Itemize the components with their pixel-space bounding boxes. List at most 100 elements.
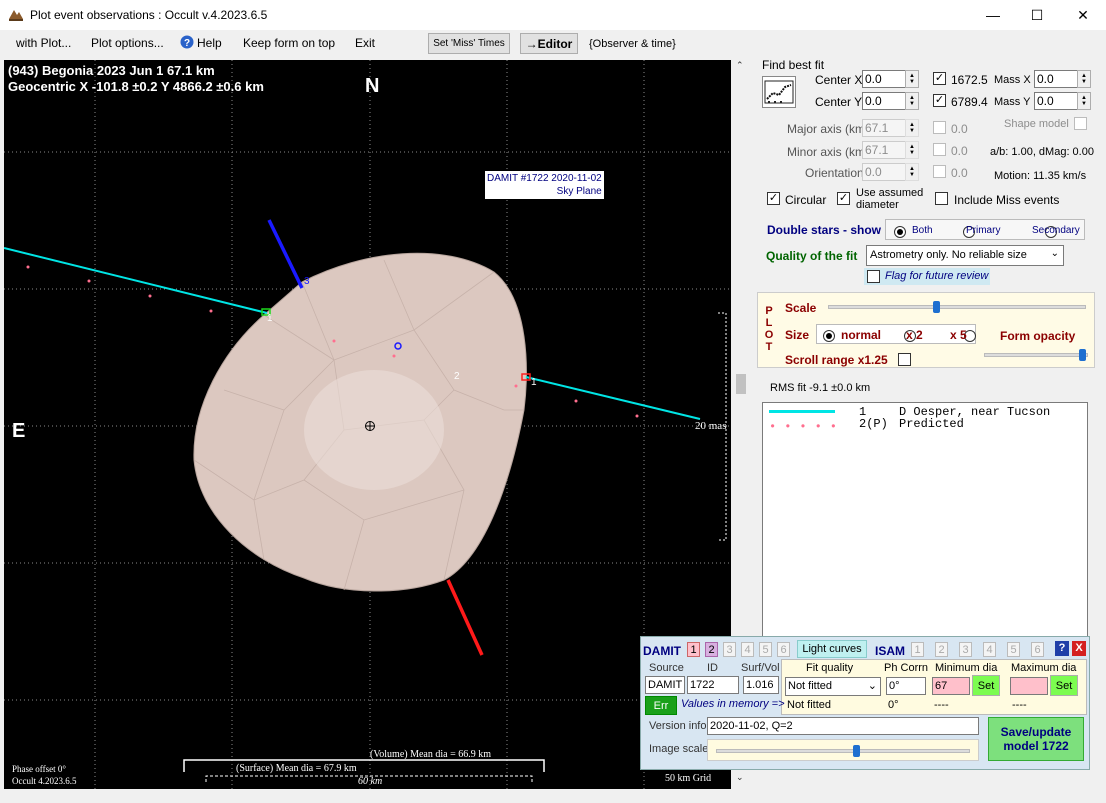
size-normal-radio[interactable]: [823, 329, 835, 342]
size-x2-label: x 2: [906, 328, 923, 342]
minimize-icon: —: [986, 7, 1000, 23]
major-axis-chk-value: 0.0: [951, 122, 968, 136]
close-button[interactable]: ✕: [1060, 0, 1106, 30]
fit-quality-label: Fit quality: [806, 662, 854, 674]
image-scale-slider[interactable]: [707, 739, 979, 761]
major-axis-checkbox[interactable]: [933, 121, 946, 134]
chart-fit-icon: [764, 80, 794, 104]
damit-tab-6[interactable]: 6: [777, 642, 790, 657]
surf-vol-label: Surf/Vol: [741, 662, 780, 674]
scale-slider[interactable]: [828, 305, 1086, 309]
damit-tab-3[interactable]: 3: [723, 642, 736, 657]
isam-tab-1[interactable]: 1: [911, 642, 924, 657]
image-scale-thumb[interactable]: [852, 745, 860, 757]
menu-exit[interactable]: Exit: [355, 36, 375, 50]
plot-canvas[interactable]: (943) Begonia 2023 Jun 1 67.1 km Geocent…: [4, 60, 731, 789]
find-best-fit-button[interactable]: [762, 76, 796, 108]
mass-y-spinner[interactable]: ▲ ▼: [1077, 92, 1091, 110]
light-curves-button[interactable]: Light curves: [797, 640, 867, 658]
err-button[interactable]: Err: [645, 696, 677, 715]
minor-axis-input[interactable]: 67.1: [862, 141, 906, 159]
damit-help-button[interactable]: ?: [1055, 641, 1069, 656]
editor-button[interactable]: →Editor: [520, 33, 578, 54]
observer-time-label[interactable]: {Observer & time}: [589, 38, 676, 50]
motion-label: Motion: 11.35 km/s: [994, 170, 1087, 182]
save-update-model-button[interactable]: Save/update model 1722: [988, 717, 1084, 761]
version-info-field[interactable]: 2020-11-02, Q=2: [707, 717, 979, 735]
center-y-input[interactable]: 0.0: [862, 92, 906, 110]
chord1-num-right: 1: [531, 377, 537, 388]
damit-close-button[interactable]: X: [1072, 641, 1086, 656]
damit-tab-4[interactable]: 4: [741, 642, 754, 657]
menu-plot-options[interactable]: Plot options...: [91, 36, 164, 50]
quality-dropdown[interactable]: Astrometry only. No reliable size ⌄: [866, 245, 1064, 266]
orientation-input[interactable]: 0.0: [862, 163, 906, 181]
phase-offset: Phase offset 0°: [12, 764, 66, 774]
major-axis-spinner[interactable]: ▲ ▼: [905, 119, 919, 137]
id-label: ID: [707, 662, 718, 674]
both-radio[interactable]: [894, 225, 906, 238]
mass-x-checkbox[interactable]: ✓: [933, 72, 946, 85]
center-y-spinner[interactable]: ▲ ▼: [905, 92, 919, 110]
minor-axis-checkbox[interactable]: [933, 143, 946, 156]
minor-axis-spinner[interactable]: ▲ ▼: [905, 141, 919, 159]
isam-tab-2[interactable]: 2: [935, 642, 948, 657]
shape-highlight: [304, 370, 444, 490]
phase-info: Phase offset 0° Occult 4.2023.6.5: [12, 763, 77, 787]
source-label: Source: [649, 662, 684, 674]
menu-keep-on-top[interactable]: Keep form on top: [243, 36, 335, 50]
isam-tab-3[interactable]: 3: [959, 642, 972, 657]
isam-tab-4[interactable]: 4: [983, 642, 996, 657]
menu-help[interactable]: Help: [197, 36, 222, 50]
set-miss-times-button[interactable]: Set 'Miss' Times: [428, 33, 510, 54]
form-opacity-slider[interactable]: [984, 353, 1088, 357]
max-dia-field[interactable]: [1010, 677, 1048, 695]
mass-x-input[interactable]: 0.0: [1034, 70, 1078, 88]
damit-label-line2: Sky Plane: [556, 186, 602, 197]
minimize-button[interactable]: —: [970, 0, 1016, 30]
menu-with-plot[interactable]: with Plot...: [16, 36, 71, 50]
scroll-range-checkbox[interactable]: [898, 353, 911, 366]
damit-tab-1[interactable]: 1: [687, 642, 700, 657]
shape-model-checkbox[interactable]: [1074, 117, 1087, 130]
mass-y-checkbox[interactable]: ✓: [933, 94, 946, 107]
fit-quality-dropdown[interactable]: Not fitted ⌄: [785, 677, 881, 696]
major-axis-input[interactable]: 67.1: [862, 119, 906, 137]
damit-tab-5[interactable]: 5: [759, 642, 772, 657]
min-dia-field[interactable]: 67: [932, 677, 970, 695]
mass-y-value: 6789.4: [951, 95, 988, 109]
minor-axis-label: Minor axis (km): [787, 145, 870, 159]
include-miss-checkbox[interactable]: [935, 192, 948, 205]
min-dia-set-button[interactable]: Set: [972, 675, 1000, 696]
orientation-spinner[interactable]: ▲ ▼: [905, 163, 919, 181]
id-field[interactable]: 1722: [687, 676, 739, 694]
form-opacity-slider-thumb[interactable]: [1078, 349, 1086, 361]
maximize-button[interactable]: ☐: [1014, 0, 1060, 30]
flag-review-row[interactable]: Flag for future review: [864, 268, 990, 285]
center-x-spinner[interactable]: ▲ ▼: [905, 70, 919, 88]
find-best-fit-label: Find best fit: [762, 58, 825, 72]
flag-review-checkbox[interactable]: [867, 270, 880, 283]
app-icon: [9, 10, 23, 21]
help-icon[interactable]: ?: [180, 35, 194, 49]
scale-slider-thumb[interactable]: [933, 301, 941, 313]
max-dia-set-button[interactable]: Set: [1050, 675, 1078, 696]
circular-checkbox[interactable]: ✓: [767, 192, 780, 205]
ab-ratio: a/b: 1.00, dMag: 0.00: [990, 146, 1094, 158]
red-axis: [446, 579, 484, 656]
scrollbar-thumb[interactable]: [736, 374, 746, 394]
orientation-checkbox[interactable]: [933, 165, 946, 178]
source-field[interactable]: DAMIT: [645, 676, 685, 694]
mass-y-input[interactable]: 0.0: [1034, 92, 1078, 110]
mass-x-spinner[interactable]: ▲ ▼: [1077, 70, 1091, 88]
center-x-input[interactable]: 0.0: [862, 70, 906, 88]
ph-corrn-field[interactable]: 0°: [886, 677, 926, 695]
svg-text:?: ?: [184, 38, 190, 49]
plot-header-line2: Geocentric X -101.8 ±0.2 Y 4866.2 ±0.6 k…: [8, 79, 264, 94]
assumed-diameter-checkbox[interactable]: ✓: [837, 192, 850, 205]
both-label: Both: [912, 225, 933, 236]
isam-tab-6[interactable]: 6: [1031, 642, 1044, 657]
surf-vol-field[interactable]: 1.016: [743, 676, 779, 694]
damit-tab-2[interactable]: 2: [705, 642, 718, 657]
isam-tab-5[interactable]: 5: [1007, 642, 1020, 657]
